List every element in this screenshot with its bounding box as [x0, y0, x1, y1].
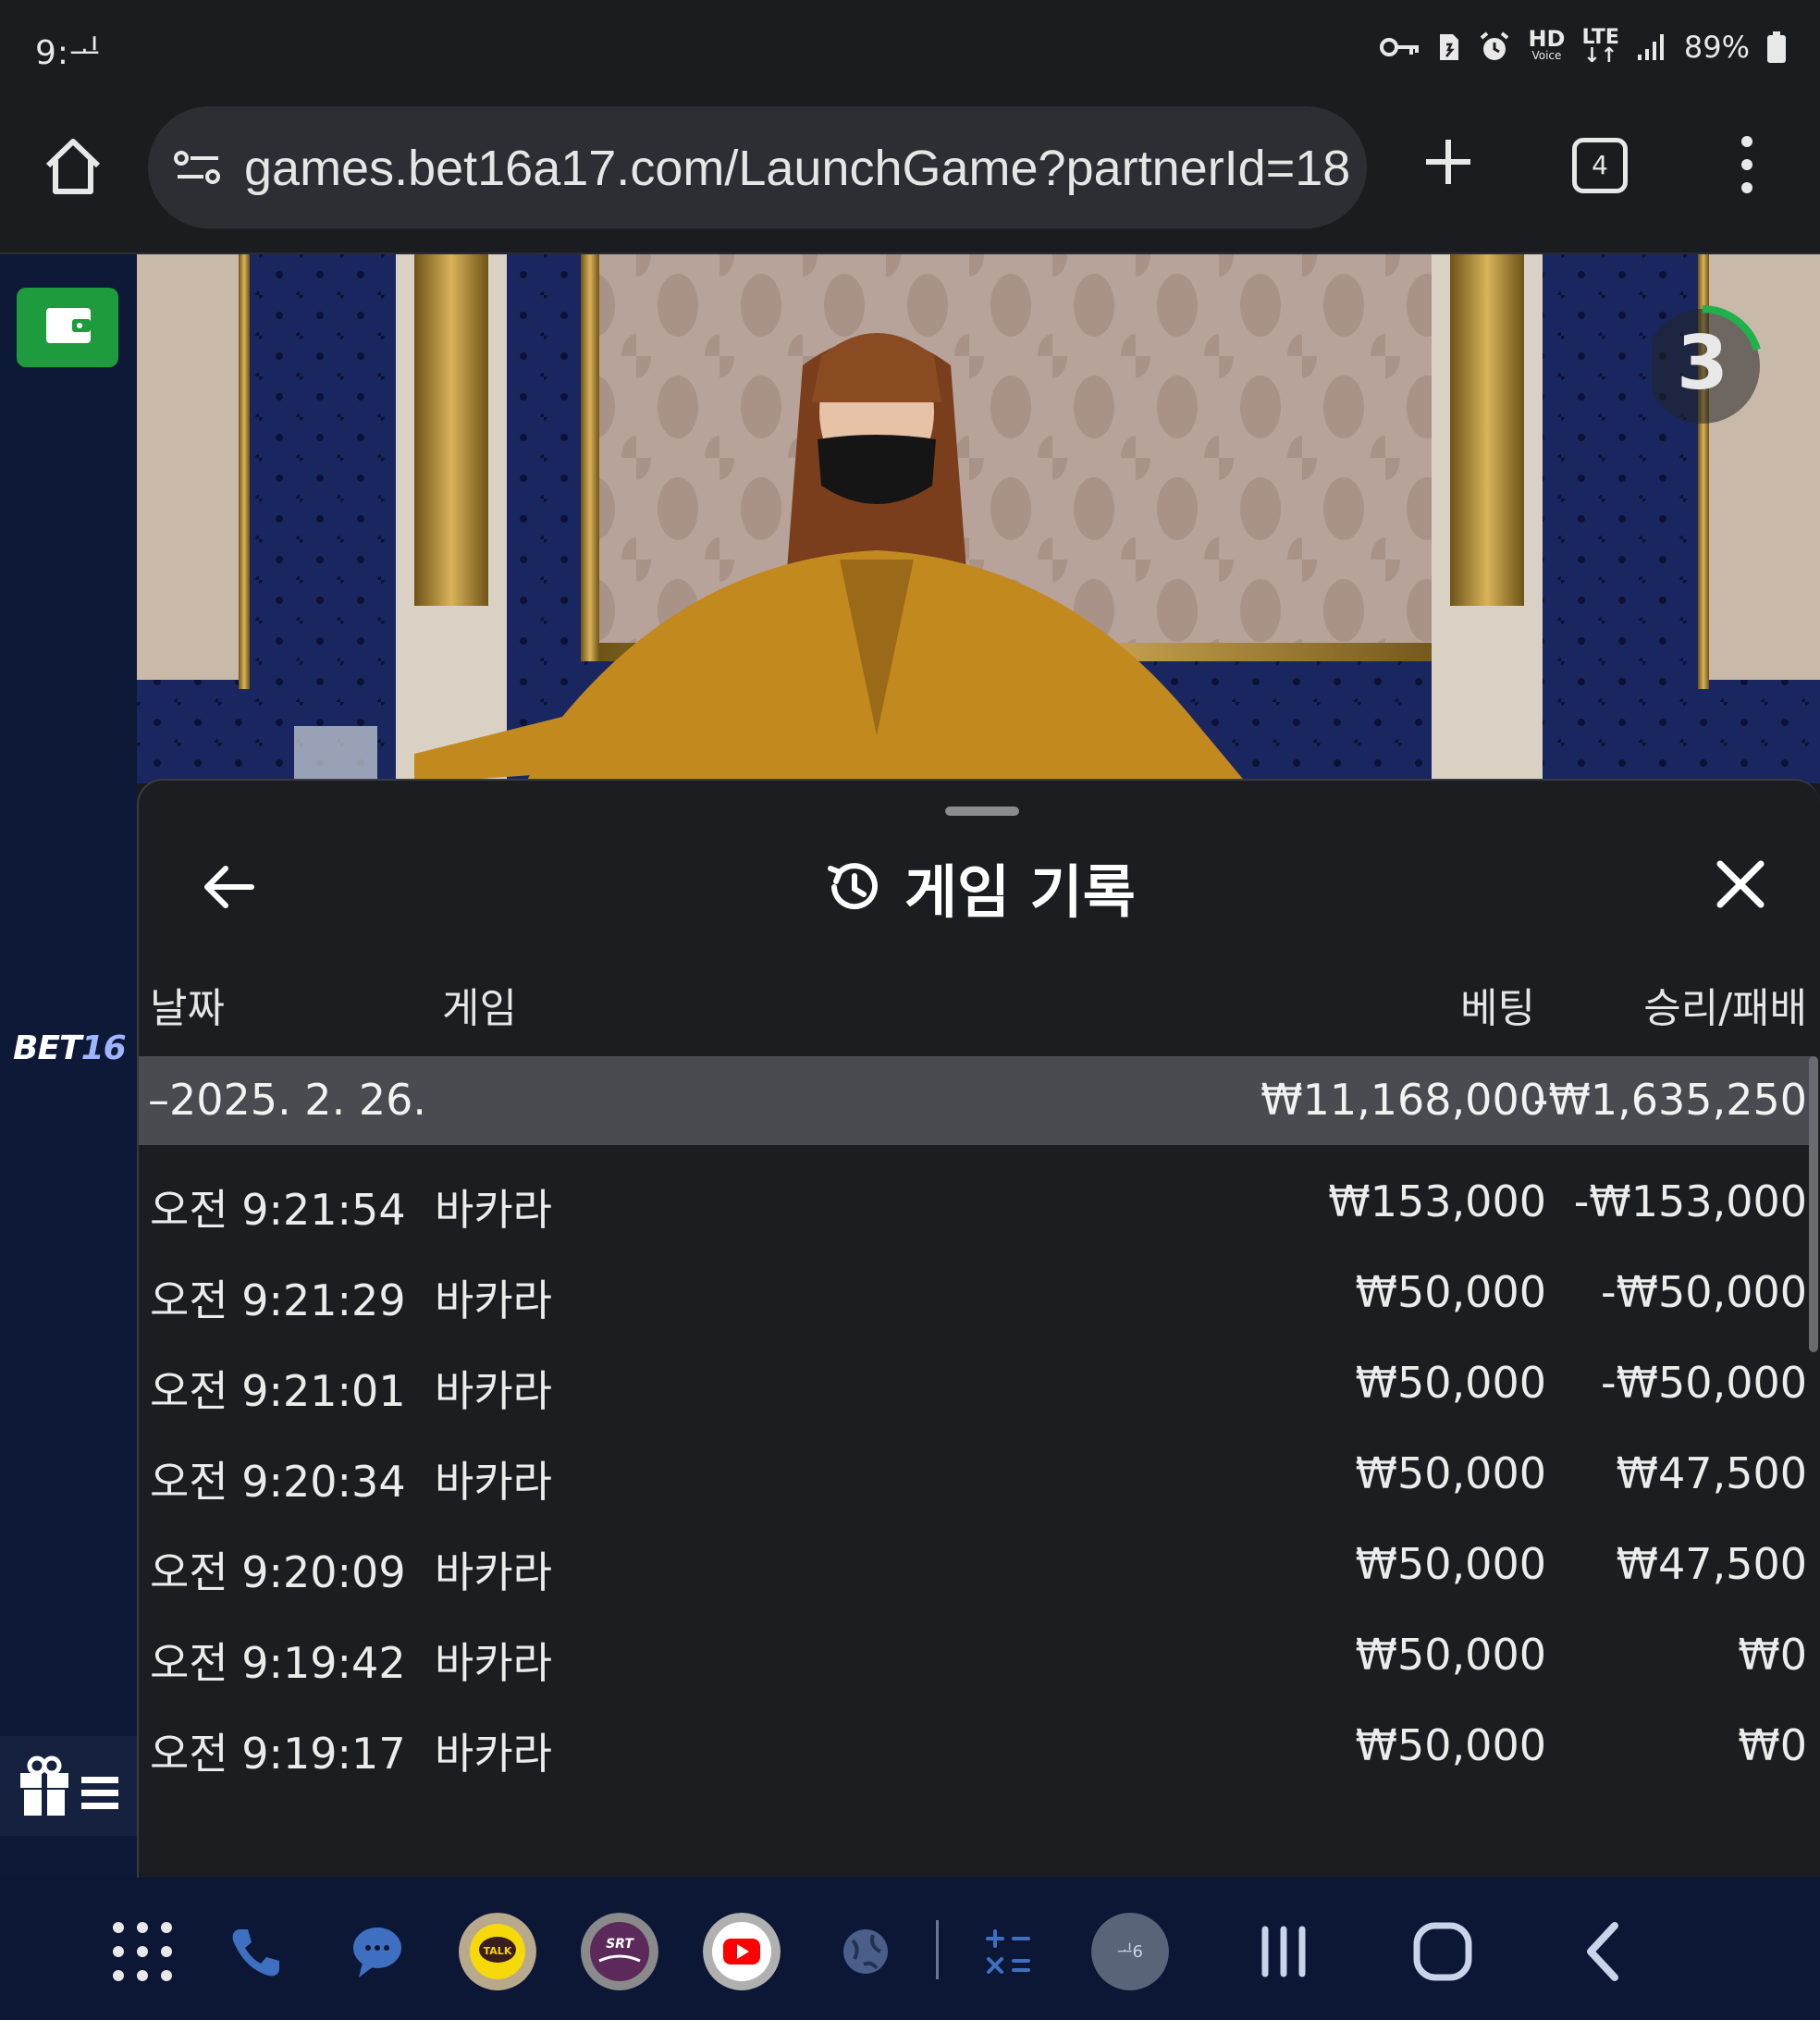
drag-handle[interactable]: [945, 807, 1019, 816]
row-game: 바카라: [435, 1547, 552, 1597]
back-nav-icon[interactable]: [1565, 1913, 1642, 1990]
row-bet: ₩153,000: [1328, 1176, 1546, 1226]
row-time: 오전 9:21:54: [150, 1185, 406, 1235]
taskbar: TALK SRT ᆚ6: [0, 1878, 1820, 2020]
dealer-stream-image: [137, 254, 1820, 783]
history-rows: 오전 9:21:54 바카라 ₩153,000 -₩153,000 오전 9:2…: [139, 1164, 1813, 1798]
panel-title: 게임 기록: [904, 858, 1136, 926]
countdown-number: 3: [1677, 320, 1728, 406]
game-sidebar: BET16: [0, 254, 137, 1878]
group-date: –2025. 2. 26.: [148, 1075, 426, 1125]
browser-toolbar: games.bet16a17.com/LaunchGame?partnerId=…: [0, 97, 1820, 254]
row-win-loss: ₩47,500: [1616, 1448, 1807, 1498]
row-game: 바카라: [435, 1275, 552, 1325]
table-header: 날짜 게임 베팅 승리/패배: [139, 975, 1813, 1032]
row-game: 바카라: [435, 1457, 552, 1507]
address-bar[interactable]: games.bet16a17.com/LaunchGame?partnerId=…: [148, 106, 1367, 228]
clock-app-label: ᆚ6: [1117, 1942, 1143, 1962]
live-dealer-video: 3: [137, 254, 1820, 783]
table-row[interactable]: 오전 9:21:01 바카라 ₩50,000 -₩50,000: [139, 1345, 1813, 1435]
row-game: 바카라: [435, 1729, 552, 1779]
calculator-icon[interactable]: [969, 1913, 1047, 1990]
row-bet: ₩50,000: [1355, 1358, 1546, 1408]
clock-app-icon[interactable]: ᆚ6: [1091, 1913, 1169, 1990]
scrollbar[interactable]: [1809, 1056, 1818, 1352]
row-bet: ₩50,000: [1355, 1720, 1546, 1770]
vpn-key-icon: [1380, 38, 1420, 56]
back-arrow-icon[interactable]: [196, 855, 261, 919]
column-header-game[interactable]: 게임: [442, 975, 517, 1034]
home-icon[interactable]: [41, 134, 105, 199]
taskbar-divider: [936, 1920, 939, 1979]
row-win-loss: -₩50,000: [1600, 1267, 1807, 1317]
close-icon[interactable]: [1711, 855, 1770, 914]
row-time: 오전 9:20:09: [150, 1547, 406, 1597]
row-bet: ₩50,000: [1355, 1630, 1546, 1680]
status-icons: HD Voice LTE ↓↑ 89%: [1380, 24, 1787, 70]
column-header-date[interactable]: 날짜: [150, 975, 225, 1034]
status-time: 9:ᆚ: [35, 34, 102, 72]
game-history-panel: 게임 기록 날짜 게임 베팅 승리/패배 –2025. 2. 26. ₩11,1…: [137, 779, 1820, 1878]
srt-label: SRT: [606, 1937, 634, 1952]
row-bet: ₩50,000: [1355, 1539, 1546, 1589]
hd-voice-icon: HD Voice: [1528, 26, 1566, 62]
date-group-row[interactable]: –2025. 2. 26. ₩11,168,000 -₩1,635,250: [139, 1056, 1813, 1145]
row-game: 바카라: [435, 1185, 552, 1235]
table-row[interactable]: 오전 9:21:54 바카라 ₩153,000 -₩153,000: [139, 1164, 1813, 1254]
row-win-loss: -₩153,000: [1573, 1176, 1807, 1226]
panel-header: 게임 기록: [823, 845, 1136, 929]
battery-icon: [1767, 31, 1786, 63]
row-time: 오전 9:20:34: [150, 1457, 406, 1507]
column-header-win-loss[interactable]: 승리/패배: [1643, 975, 1807, 1034]
row-time: 오전 9:21:01: [150, 1366, 406, 1416]
wallet-button[interactable]: [17, 288, 118, 367]
youtube-icon[interactable]: [703, 1913, 781, 1990]
table-row[interactable]: 오전 9:20:34 바카라 ₩50,000 ₩47,500: [139, 1435, 1813, 1526]
row-win-loss: ₩0: [1738, 1720, 1807, 1770]
row-time: 오전 9:19:42: [150, 1638, 406, 1688]
promotions-menu-button[interactable]: [0, 1736, 137, 1836]
new-tab-plus-icon[interactable]: [1420, 134, 1476, 190]
row-time: 오전 9:21:29: [150, 1275, 406, 1325]
row-win-loss: -₩50,000: [1600, 1358, 1807, 1408]
row-game: 바카라: [435, 1366, 552, 1416]
recent-apps-icon[interactable]: [1245, 1913, 1322, 1990]
gift-menu-icon: [20, 1755, 118, 1816]
brand-logo: BET16: [13, 1029, 127, 1067]
table-row[interactable]: 오전 9:20:09 바카라 ₩50,000 ₩47,500: [139, 1526, 1813, 1617]
history-icon: [828, 863, 878, 910]
srt-app-icon[interactable]: SRT: [581, 1913, 658, 1990]
sim-icon: [1440, 34, 1459, 60]
row-bet: ₩50,000: [1355, 1448, 1546, 1498]
row-bet: ₩50,000: [1355, 1267, 1546, 1317]
kakaotalk-icon[interactable]: TALK: [459, 1913, 536, 1990]
app-drawer-icon[interactable]: [104, 1913, 181, 1990]
group-win-loss-total: -₩1,635,250: [1532, 1075, 1807, 1125]
alarm-icon: [1481, 31, 1509, 60]
row-win-loss: ₩47,500: [1616, 1539, 1807, 1589]
table-row[interactable]: 오전 9:21:29 바카라 ₩50,000 -₩50,000: [139, 1254, 1813, 1345]
status-bar: 9:ᆚ HD Voice LTE ↓↑ 89%: [0, 0, 1820, 97]
round-countdown: 3: [1645, 292, 1772, 431]
row-win-loss: ₩0: [1738, 1630, 1807, 1680]
messages-icon[interactable]: [338, 1913, 416, 1990]
wallet-icon: [46, 308, 91, 343]
row-game: 바카라: [435, 1638, 552, 1688]
lte-icon: LTE ↓↑: [1581, 26, 1619, 68]
browser-globe-icon[interactable]: [827, 1913, 904, 1990]
signal-icon: [1637, 34, 1664, 60]
row-time: 오전 9:19:17: [150, 1729, 406, 1779]
phone-icon[interactable]: [216, 1913, 294, 1990]
url-text[interactable]: games.bet16a17.com/LaunchGame?partnerId=…: [244, 140, 1350, 197]
battery-percent: 89%: [1683, 30, 1750, 65]
column-header-bet[interactable]: 베팅: [1460, 975, 1535, 1034]
kakaotalk-label: TALK: [484, 1945, 512, 1957]
more-menu-icon[interactable]: [1733, 134, 1761, 195]
table-row[interactable]: 오전 9:19:42 바카라 ₩50,000 ₩0: [139, 1617, 1813, 1707]
site-settings-icon[interactable]: [174, 149, 222, 186]
group-bet-total: ₩11,168,000: [1260, 1075, 1546, 1125]
table-row[interactable]: 오전 9:19:17 바카라 ₩50,000 ₩0: [139, 1707, 1813, 1798]
tab-switcher-button[interactable]: 4: [1572, 138, 1628, 193]
home-nav-icon[interactable]: [1404, 1913, 1482, 1990]
